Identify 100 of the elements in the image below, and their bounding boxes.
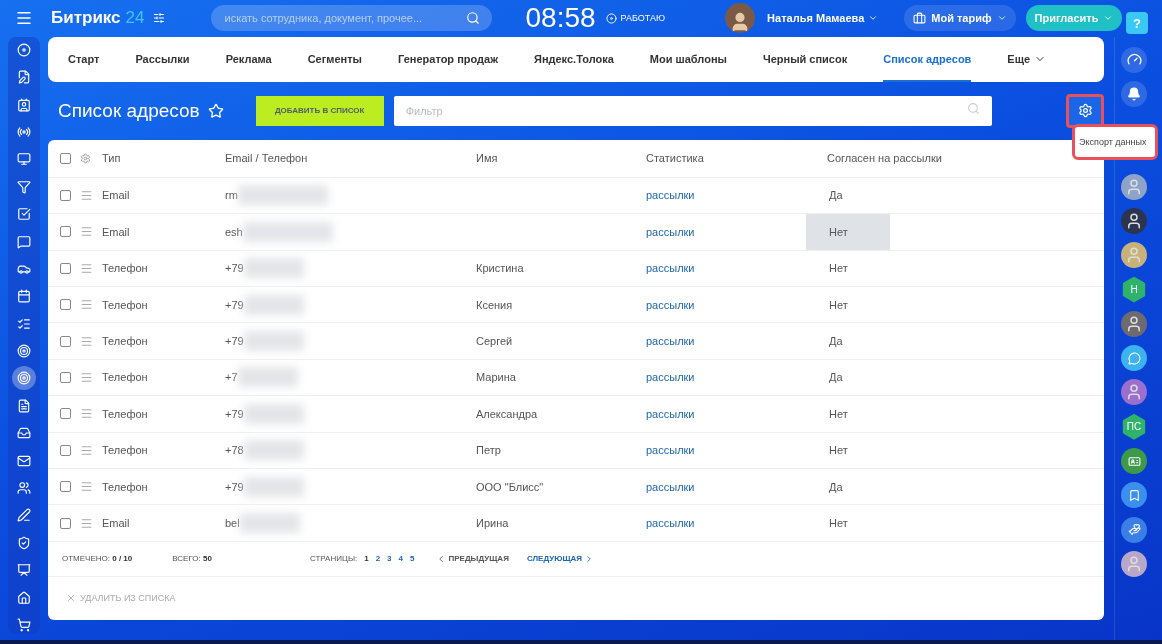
sidebar-item[interactable] xyxy=(12,366,36,391)
status-button[interactable]: РАБОТАЮ xyxy=(605,12,666,24)
page-title: Список адресов xyxy=(58,99,200,122)
contact-avatar[interactable] xyxy=(1121,310,1147,337)
export-menu[interactable]: Экспорт данных xyxy=(1072,123,1158,160)
stats-link[interactable]: рассылки xyxy=(646,298,695,311)
checkbox[interactable] xyxy=(60,371,71,383)
nav-icon xyxy=(17,398,31,413)
column-header[interactable]: Имя xyxy=(476,152,498,165)
table-cell: Марина xyxy=(476,371,516,384)
nav-icon xyxy=(17,316,31,331)
tab[interactable]: Яндекс.Толока xyxy=(533,36,614,82)
contact-avatar[interactable] xyxy=(1121,550,1147,577)
tab[interactable]: Мои шаблоны xyxy=(649,36,727,82)
checkbox[interactable] xyxy=(60,444,71,456)
contact-avatar[interactable] xyxy=(1121,242,1147,269)
settings-button[interactable] xyxy=(1066,93,1104,128)
table-cell: +79 xyxy=(225,407,244,420)
blurred-text xyxy=(243,258,304,279)
stats-link[interactable]: рассылки xyxy=(646,335,695,348)
contact-avatar[interactable] xyxy=(1121,379,1147,406)
stats-link[interactable]: рассылки xyxy=(646,407,695,420)
checkbox[interactable] xyxy=(60,408,71,420)
checkbox[interactable] xyxy=(60,226,71,238)
chat-icon[interactable] xyxy=(1121,448,1147,475)
page-link[interactable]: 1 xyxy=(364,554,369,564)
chat-icon[interactable] xyxy=(1121,516,1147,543)
clock: 08:58 xyxy=(525,2,596,35)
prev-link[interactable]: ПРЕДЫДУЩАЯ xyxy=(436,553,509,564)
drag-handle-icon[interactable] xyxy=(80,189,93,202)
stats-link[interactable]: рассылки xyxy=(646,480,695,493)
nav-icon xyxy=(17,344,31,359)
marked-count: ОТМЕЧЕНО: 0 / 10 xyxy=(62,554,133,564)
checkbox[interactable] xyxy=(60,517,71,529)
column-header[interactable]: Тип xyxy=(102,152,121,165)
tab[interactable]: Еще xyxy=(1007,36,1047,82)
checkbox[interactable] xyxy=(60,262,71,274)
tab[interactable]: Реклама xyxy=(225,36,272,82)
blurred-text xyxy=(239,513,300,533)
stats-link[interactable]: рассылки xyxy=(646,225,695,238)
user-name[interactable]: Наталья Мамаева xyxy=(767,12,879,25)
drag-handle-icon[interactable] xyxy=(80,370,93,384)
table-cell: Ксения xyxy=(476,298,513,311)
stats-link[interactable]: рассылки xyxy=(646,517,695,529)
checkbox[interactable] xyxy=(60,299,71,311)
column-header[interactable]: Статистика xyxy=(646,152,704,165)
drag-handle-icon[interactable] xyxy=(80,443,93,457)
sliders-icon[interactable] xyxy=(152,12,165,25)
stats-link[interactable]: рассылки xyxy=(646,371,695,384)
user-avatar[interactable] xyxy=(725,3,756,34)
tariff-button[interactable]: Мой тариф xyxy=(904,5,1016,32)
stats-link[interactable]: рассылки xyxy=(646,262,695,275)
tab[interactable]: Список адресов xyxy=(883,36,972,82)
blurred-text xyxy=(237,367,298,388)
drag-handle-icon[interactable] xyxy=(80,334,93,348)
contact-avatar[interactable] xyxy=(1121,173,1147,200)
page-link[interactable]: 2 xyxy=(375,554,381,564)
search-icon[interactable] xyxy=(465,11,480,26)
tab[interactable]: Сегменты xyxy=(307,36,362,82)
tab[interactable]: Генератор продаж xyxy=(398,36,498,82)
chat-icon[interactable] xyxy=(1121,482,1147,509)
nav-icon xyxy=(17,97,31,112)
chat-icon[interactable] xyxy=(1121,345,1147,372)
next-link[interactable]: СЛЕДУЮЩАЯ xyxy=(526,553,595,564)
stats-link[interactable]: рассылки xyxy=(646,444,695,457)
contact-avatar[interactable] xyxy=(1121,208,1147,234)
drag-handle-icon[interactable] xyxy=(80,261,93,275)
nav-icon xyxy=(17,124,31,139)
add-button[interactable]: ДОБАВИТЬ В СПИСОК xyxy=(255,95,384,126)
gauge-icon[interactable] xyxy=(1121,46,1147,73)
drag-handle-icon[interactable] xyxy=(80,516,93,530)
tab[interactable]: Старт xyxy=(68,36,100,82)
tab[interactable]: Черный список xyxy=(762,36,848,82)
nav-icon xyxy=(17,234,31,249)
close-icon xyxy=(66,592,76,603)
table-cell: +7 xyxy=(225,371,238,384)
table-cell: Телефон xyxy=(102,444,148,457)
drag-handle-icon[interactable] xyxy=(80,225,93,239)
nav-icon xyxy=(17,70,31,85)
column-header[interactable]: Согласен на рассылки xyxy=(827,152,942,165)
drag-handle-icon[interactable] xyxy=(80,298,93,312)
record-icon xyxy=(605,12,617,24)
filter-field[interactable]: Фильтр xyxy=(393,95,992,126)
blurred-text xyxy=(243,476,304,497)
checkbox[interactable] xyxy=(60,335,71,347)
table-cell: Телефон xyxy=(102,298,148,311)
stats-link[interactable]: рассылки xyxy=(646,189,695,202)
checkbox[interactable] xyxy=(60,152,71,164)
star-icon[interactable] xyxy=(207,102,224,119)
page-link[interactable]: 4 xyxy=(398,554,403,564)
bell-icon[interactable] xyxy=(1121,81,1147,108)
nav-icon xyxy=(17,42,31,57)
column-header[interactable]: Email / Телефон xyxy=(225,152,308,165)
checkbox[interactable] xyxy=(60,190,71,201)
page-link[interactable]: 3 xyxy=(387,554,392,564)
drag-handle-icon[interactable] xyxy=(80,480,93,494)
drag-handle-icon[interactable] xyxy=(80,407,93,421)
page-link[interactable]: 5 xyxy=(410,554,415,564)
tab[interactable]: Рассылки xyxy=(135,36,190,82)
checkbox[interactable] xyxy=(60,481,71,493)
